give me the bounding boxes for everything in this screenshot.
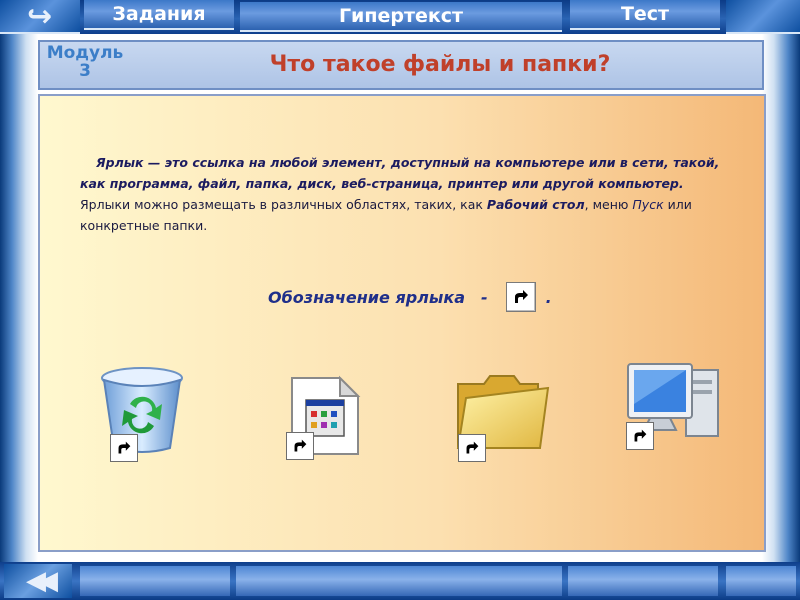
tab-hypertext[interactable]: Гипертекст	[240, 2, 562, 32]
shortcut-mark-dot: .	[545, 287, 552, 307]
definition-text-1: Ярлыки можно размещать в различных облас…	[80, 197, 487, 212]
return-arrow-icon: ↩	[27, 0, 53, 34]
program-document-shortcut-icon	[286, 432, 314, 460]
tab-tasks-label: Задания	[112, 3, 206, 25]
bottom-segment-4	[726, 566, 796, 596]
back-button[interactable]: ◀◀	[4, 564, 72, 598]
module-label: Модуль 3	[46, 43, 124, 81]
definition-paragraph: Ярлык — это ссылка на любой элемент, дос…	[80, 152, 720, 236]
definition-start: Пуск	[632, 197, 664, 212]
tab-tasks[interactable]: Задания	[84, 0, 234, 30]
folder-shortcut-icon	[458, 434, 486, 462]
tab-test-label: Тест	[620, 3, 670, 25]
double-chevron-left-icon: ◀◀	[26, 566, 58, 596]
content-panel: Ярлык — это ссылка на любой элемент, дос…	[38, 94, 766, 552]
home-button[interactable]: ↩	[0, 0, 80, 34]
definition-bold: Ярлык — это ссылка на любой элемент, дос…	[80, 155, 720, 191]
definition-desktop: Рабочий стол	[486, 197, 585, 212]
bottom-segment-2	[236, 566, 562, 596]
recycle-bin-shortcut-icon	[110, 434, 138, 462]
shortcut-arrow-icon	[505, 282, 536, 312]
tab-test[interactable]: Тест	[570, 0, 720, 30]
tab-hypertext-label: Гипертекст	[338, 5, 464, 27]
top-right-corner	[726, 0, 800, 34]
title-frame: Модуль 3 Что такое файлы и папки?	[38, 40, 764, 90]
shortcut-mark-line: Обозначение ярлыка - .	[268, 282, 552, 312]
definition-text-2: , меню	[584, 197, 633, 212]
top-nav-bar: ↩ Задания Гипертекст Тест	[0, 0, 800, 34]
bottom-segment-1	[80, 566, 230, 596]
shortcut-mark-label: Обозначение ярлыка	[268, 287, 466, 307]
computer-shortcut-icon	[626, 422, 654, 450]
page-title: Что такое файлы и папки?	[269, 52, 611, 77]
bottom-nav-bar: ◀◀	[0, 562, 800, 600]
bottom-segment-3	[568, 566, 718, 596]
shortcut-mark-dash: -	[481, 287, 488, 307]
